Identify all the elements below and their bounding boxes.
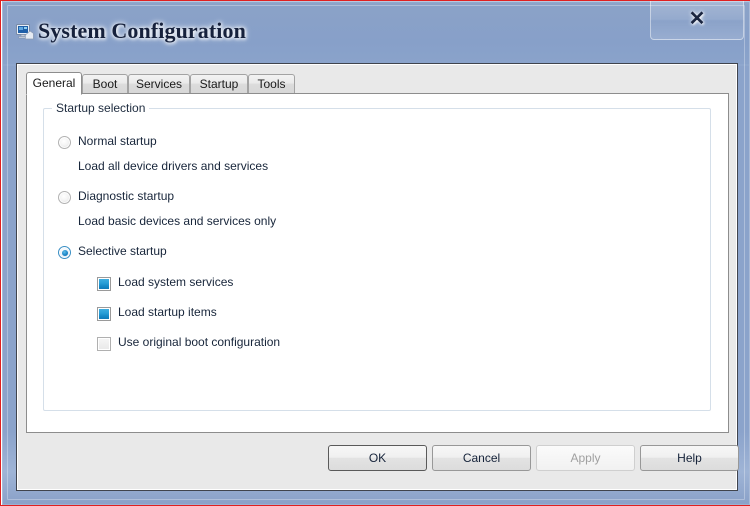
apply-button: Apply — [536, 445, 635, 471]
tab-general-label: General — [32, 76, 76, 90]
description-diagnostic-startup: Load basic devices and services only — [78, 214, 277, 228]
tab-tools[interactable]: Tools — [248, 74, 295, 94]
close-icon: ✕ — [688, 8, 706, 30]
system-configuration-window: System Configuration ✕ General Boot Serv… — [2, 1, 750, 505]
tab-services-label: Services — [135, 77, 182, 91]
tab-boot[interactable]: Boot — [82, 74, 128, 94]
startup-selection-label: Startup selection — [52, 101, 150, 115]
help-button[interactable]: Help — [640, 445, 739, 471]
tab-startup[interactable]: Startup — [190, 74, 248, 94]
title-bar: System Configuration ✕ — [3, 1, 750, 64]
computer-monitor-icon — [16, 24, 34, 40]
checkbox-use-original-boot-configuration-label: Use original boot configuration — [118, 335, 281, 349]
tab-general[interactable]: General — [26, 72, 82, 95]
checkbox-load-system-services-label: Load system services — [118, 275, 234, 289]
radio-diagnostic-startup-label: Diagnostic startup — [78, 189, 175, 203]
radio-selective-startup[interactable] — [58, 246, 71, 259]
checkbox-load-startup-items-label: Load startup items — [118, 305, 217, 319]
tab-boot-label: Boot — [92, 77, 118, 91]
screenshot-root: System Configuration ✕ General Boot Serv… — [0, 0, 750, 506]
apply-button-label: Apply — [570, 451, 601, 465]
radio-diagnostic-startup[interactable] — [58, 191, 71, 204]
window-title: System Configuration — [38, 18, 246, 43]
cancel-button-label: Cancel — [462, 451, 501, 465]
radio-normal-startup[interactable] — [58, 136, 71, 149]
help-button-label: Help — [677, 451, 702, 465]
tab-services[interactable]: Services — [128, 74, 190, 94]
ok-button-label: OK — [368, 451, 387, 465]
startup-selection-group: Startup selection Normal startup Load al… — [43, 101, 711, 411]
tab-strip: General Boot Services Startup Tools — [26, 72, 729, 95]
dialog-client-area: General Boot Services Startup Tools Star… — [16, 63, 739, 491]
tab-panel-general: Startup selection Normal startup Load al… — [26, 93, 729, 433]
description-normal-startup: Load all device drivers and services — [78, 159, 269, 173]
checkbox-load-system-services[interactable] — [97, 277, 111, 291]
checkbox-use-original-boot-configuration[interactable] — [97, 337, 111, 351]
tab-startup-label: Startup — [199, 77, 239, 91]
radio-normal-startup-label: Normal startup — [78, 134, 157, 148]
tab-tools-label: Tools — [257, 77, 286, 91]
dialog-inner: General Boot Services Startup Tools Star… — [18, 65, 739, 491]
ok-button[interactable]: OK — [328, 445, 427, 471]
close-button[interactable]: ✕ — [650, 1, 744, 40]
checkbox-load-startup-items[interactable] — [97, 307, 111, 321]
radio-selective-startup-label: Selective startup — [78, 244, 167, 258]
cancel-button[interactable]: Cancel — [432, 445, 531, 471]
dialog-footer: OK Cancel Apply Help — [18, 440, 739, 491]
